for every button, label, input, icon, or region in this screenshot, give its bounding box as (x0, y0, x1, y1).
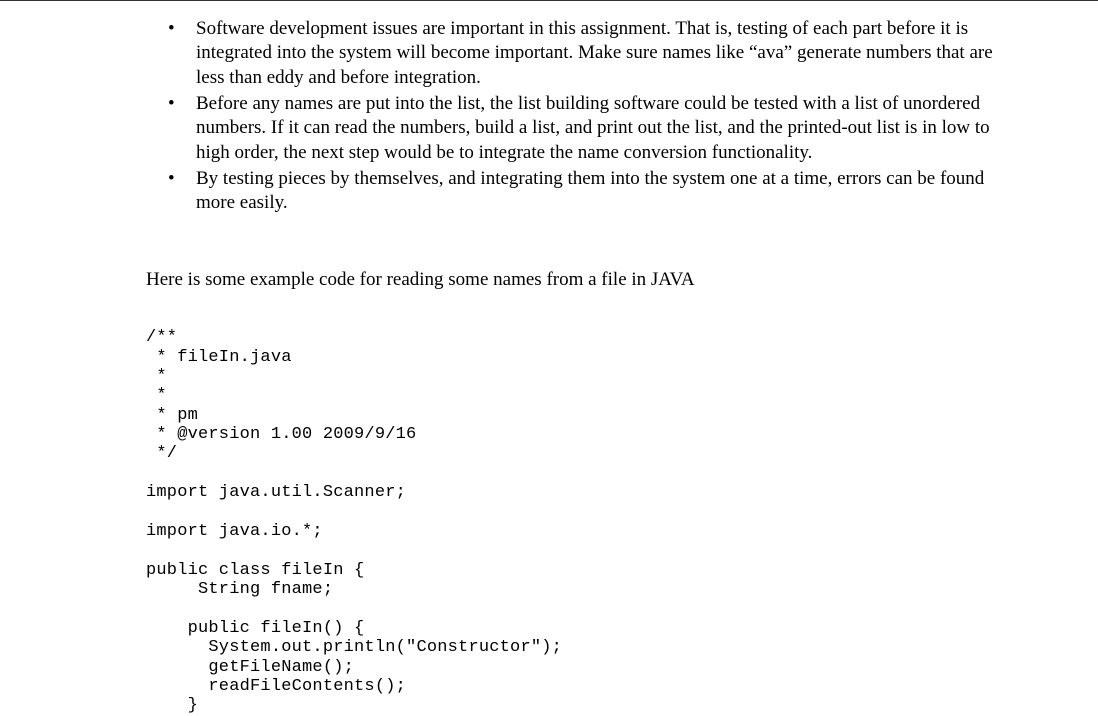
code-block: /** * fileIn.java * * * pm * @version 1.… (146, 328, 1008, 716)
intro-paragraph: Here is some example code for reading so… (146, 268, 1008, 293)
bullet-item: Software development issues are importan… (168, 17, 1008, 90)
bullet-item: Before any names are put into the list, … (168, 92, 1008, 165)
bullet-item: By testing pieces by themselves, and int… (168, 167, 1008, 216)
document-page: Software development issues are importan… (0, 1, 1098, 716)
bullet-list: Software development issues are importan… (168, 17, 1008, 216)
